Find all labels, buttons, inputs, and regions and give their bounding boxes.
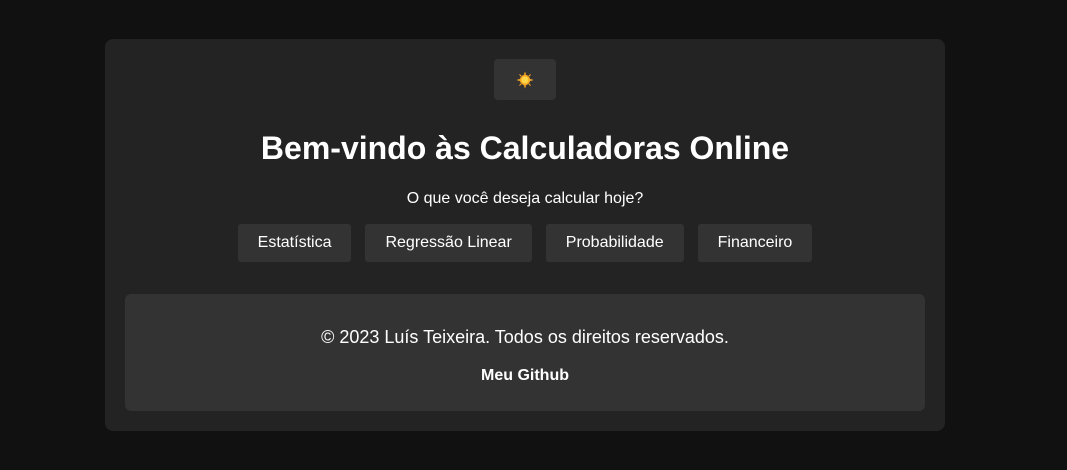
page-title: Bem-vindo às Calculadoras Online	[260, 130, 790, 166]
main-card: Bem-vindo às Calculadoras Online O que v…	[105, 39, 945, 431]
nav-button-estatistica[interactable]: Estatística	[237, 224, 352, 262]
footer: © 2023 Luís Teixeira. Todos os direitos …	[125, 294, 925, 411]
sun-icon	[516, 71, 534, 89]
nav-button-probabilidade[interactable]: Probabilidade	[545, 224, 684, 262]
nav-button-regressao-linear[interactable]: Regressão Linear	[365, 224, 532, 262]
calculator-nav: Estatística Regressão Linear Probabilida…	[105, 224, 945, 262]
page-subtitle: O que você deseja calcular hoje?	[406, 190, 644, 207]
copyright-text: © 2023 Luís Teixeira. Todos os direitos …	[321, 327, 729, 347]
github-link[interactable]: Meu Github	[125, 366, 925, 386]
theme-toggle-button[interactable]	[494, 59, 556, 100]
nav-button-financeiro[interactable]: Financeiro	[697, 224, 813, 262]
